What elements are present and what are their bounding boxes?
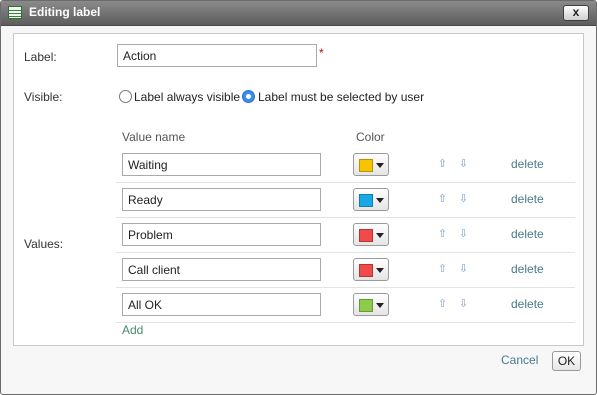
delete-value-link[interactable]: delete	[511, 262, 544, 276]
ok-button[interactable]: OK	[552, 351, 581, 371]
radio-selected-by-user[interactable]	[242, 90, 255, 103]
dropdown-caret-icon	[376, 198, 384, 203]
column-header-color: Color	[356, 130, 385, 144]
move-down-arrow-icon[interactable]: ⇩	[458, 263, 469, 275]
required-marker: *	[319, 46, 324, 60]
move-up-arrow-icon[interactable]: ⇧	[437, 228, 448, 240]
value-row: ⇧ ⇩ delete	[116, 218, 575, 253]
color-swatch	[359, 299, 373, 312]
color-swatch	[359, 229, 373, 242]
color-picker-button[interactable]	[353, 293, 389, 316]
delete-value-link[interactable]: delete	[511, 227, 544, 241]
color-swatch	[359, 264, 373, 277]
value-name-input[interactable]	[122, 188, 321, 211]
add-value-link[interactable]: Add	[122, 323, 143, 337]
label-name-input[interactable]	[117, 44, 317, 67]
value-row: ⇧ ⇩ delete	[116, 148, 575, 183]
dropdown-caret-icon	[376, 163, 384, 168]
value-name-input[interactable]	[122, 153, 321, 176]
values-caption: Values:	[24, 237, 64, 251]
value-row: ⇧ ⇩ delete	[116, 253, 575, 288]
radio-selected-by-user-label[interactable]: Label must be selected by user	[258, 90, 424, 104]
value-name-input[interactable]	[122, 293, 321, 316]
label-caption: Label:	[24, 50, 57, 64]
visible-caption: Visible:	[24, 90, 63, 104]
move-up-arrow-icon[interactable]: ⇧	[437, 263, 448, 275]
move-down-arrow-icon[interactable]: ⇩	[458, 228, 469, 240]
value-row: ⇧ ⇩ delete	[116, 183, 575, 218]
move-down-arrow-icon[interactable]: ⇩	[458, 298, 469, 310]
value-name-input[interactable]	[122, 258, 321, 281]
value-name-input[interactable]	[122, 223, 321, 246]
delete-value-link[interactable]: delete	[511, 297, 544, 311]
radio-always-visible-label[interactable]: Label always visible	[134, 90, 240, 104]
radio-always-visible[interactable]	[119, 90, 132, 103]
value-row: ⇧ ⇩ delete	[116, 288, 575, 323]
dropdown-caret-icon	[376, 233, 384, 238]
dialog-title: Editing label	[29, 5, 101, 19]
dropdown-caret-icon	[376, 303, 384, 308]
dialog-titlebar[interactable]: Editing label x	[1, 1, 596, 26]
delete-value-link[interactable]: delete	[511, 192, 544, 206]
move-up-arrow-icon[interactable]: ⇧	[437, 193, 448, 205]
color-picker-button[interactable]	[353, 258, 389, 281]
delete-value-link[interactable]: delete	[511, 157, 544, 171]
move-down-arrow-icon[interactable]: ⇩	[458, 158, 469, 170]
color-picker-button[interactable]	[353, 223, 389, 246]
column-header-value-name: Value name	[122, 130, 186, 144]
editing-label-dialog: Editing label x Label: * Visible: Label …	[0, 0, 597, 395]
color-swatch	[359, 194, 373, 207]
color-picker-button[interactable]	[353, 153, 389, 176]
move-up-arrow-icon[interactable]: ⇧	[437, 158, 448, 170]
label-list-icon	[8, 6, 22, 19]
close-button[interactable]: x	[563, 5, 589, 21]
cancel-link[interactable]: Cancel	[501, 353, 538, 367]
dropdown-caret-icon	[376, 268, 384, 273]
move-down-arrow-icon[interactable]: ⇩	[458, 193, 469, 205]
move-up-arrow-icon[interactable]: ⇧	[437, 298, 448, 310]
color-swatch	[359, 159, 373, 172]
color-picker-button[interactable]	[353, 188, 389, 211]
form-panel: Label: * Visible: Label always visible L…	[13, 33, 584, 346]
